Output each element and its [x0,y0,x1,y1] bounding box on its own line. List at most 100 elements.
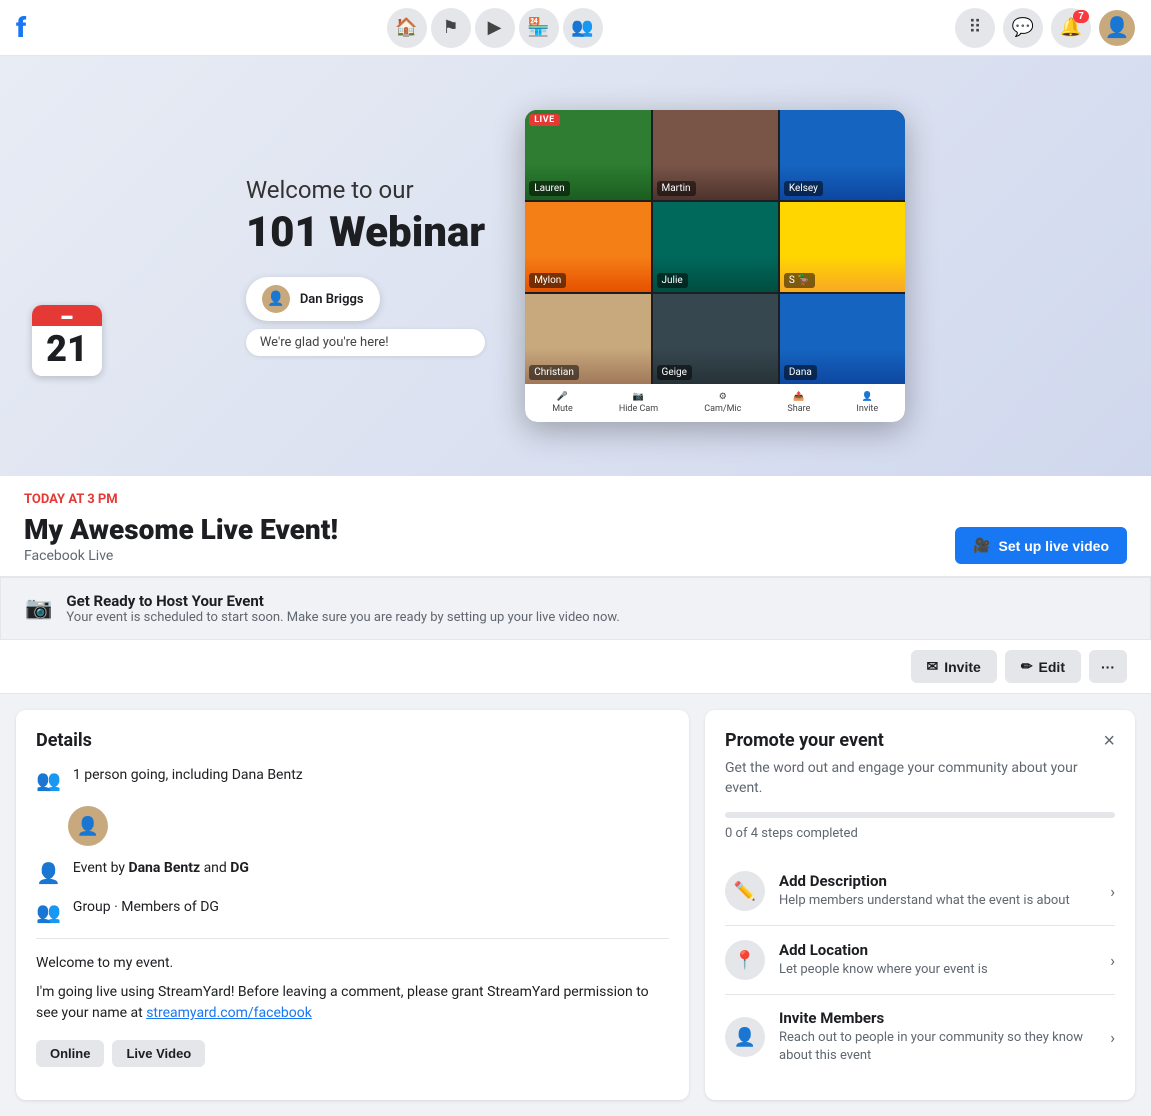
add-location-icon: 📍 [725,940,765,980]
video-tile-kelsey: Kelsey [780,110,905,200]
store-nav-button[interactable]: 🏪 [519,8,559,48]
edit-label: Edit [1039,659,1065,675]
add-description-item[interactable]: ✏️ Add Description Help members understa… [725,857,1115,926]
online-tag[interactable]: Online [36,1040,104,1067]
tile-label-geige: Geige [657,365,692,380]
group-text: Group · Members of DG [73,899,219,915]
event-info-section: TODAY AT 3 PM My Awesome Live Event! Fac… [0,476,1151,577]
main-content: Details 👥 1 person going, including Dana… [0,694,1151,1116]
more-dots-label: ··· [1101,659,1115,675]
groups-nav-button[interactable]: 👥 [563,8,603,48]
ready-description: Your event is scheduled to start soon. M… [66,610,619,625]
video-controls-bar: 🎤Mute 📷Hide Cam ⚙Cam/Mic 📤Share 👤Invite [525,384,905,422]
invite-members-item[interactable]: 👤 Invite Members Reach out to people in … [725,995,1115,1079]
speech-text: We're glad you're here! [260,335,389,350]
video-tiles: LIVE Lauren Martin Kelsey Mylon Julie S … [525,110,905,384]
promote-description: Get the word out and engage your communi… [725,759,1115,798]
tile-label-martin: Martin [657,181,696,196]
nav-center: 🏠 ⚑ ▶ 🏪 👥 [387,8,603,48]
invite-members-desc: Reach out to people in your community so… [779,1029,1096,1065]
grid-menu-button[interactable]: ⠿ [955,8,995,48]
promote-close-button[interactable]: × [1103,730,1115,753]
add-description-icon: ✏️ [725,871,765,911]
organizer-name2: DG [230,860,249,876]
mute-control[interactable]: 🎤Mute [552,392,573,414]
live-video-tag[interactable]: Live Video [112,1040,205,1067]
home-nav-button[interactable]: 🏠 [387,8,427,48]
invite-button[interactable]: ✉ Invite [911,650,997,683]
tile-label-kelsey: Kelsey [784,181,823,196]
add-description-title: Add Description [779,872,1096,890]
video-grid: LIVE Lauren Martin Kelsey Mylon Julie S … [525,110,905,422]
event-date-label: TODAY AT 3 PM [24,492,338,507]
invite-members-chevron: › [1110,1028,1115,1047]
dana-avatar: 👤 [68,806,108,846]
nav-right: ⠿ 💬 🔔 7 👤 [955,8,1135,48]
host-name: Dan Briggs [300,292,364,307]
event-top-row: TODAY AT 3 PM My Awesome Live Event! Fac… [24,492,1127,576]
promote-header: Promote your event × [725,730,1115,753]
invite-members-icon: 👤 [725,1017,765,1057]
set-up-live-button[interactable]: 🎥 Set up live video [955,527,1127,564]
hero-section: ▬ 21 Welcome to our 101 Webinar 👤 Dan Br… [0,56,1151,476]
camera-icon: 📷 [25,596,52,621]
pencil-icon: ✏ [1021,658,1033,675]
more-options-button[interactable]: ··· [1089,650,1127,683]
add-description-chevron: › [1110,882,1115,901]
nav-left: f [16,11,34,44]
ready-banner: 📷 Get Ready to Host Your Event Your even… [0,577,1151,640]
ready-title: Get Ready to Host Your Event [66,592,619,610]
hero-content: Welcome to our 101 Webinar 👤 Dan Briggs … [226,70,925,462]
streamyard-link[interactable]: streamyard.com/facebook [146,1005,312,1021]
video-nav-button[interactable]: ▶ [475,8,515,48]
user-avatar-button[interactable]: 👤 [1099,10,1135,46]
description-line1: Welcome to my event. [36,953,669,974]
edit-button[interactable]: ✏ Edit [1005,650,1081,683]
ready-banner-text: Get Ready to Host Your Event Your event … [66,592,619,625]
promote-title: Promote your event [725,730,884,751]
action-bar: ✉ Invite ✏ Edit ··· [0,640,1151,694]
notification-count: 7 [1073,10,1089,23]
tile-label-lauren: Lauren [529,181,569,196]
progress-suffix: of 4 steps completed [736,826,858,841]
add-location-desc: Let people know where your event is [779,961,1096,979]
add-description-content: Add Description Help members understand … [779,872,1096,910]
group-row: 👥 Group · Members of DG [36,899,669,924]
progress-label: 0 of 4 steps completed [725,826,1115,841]
event-subtitle: Facebook Live [24,548,338,564]
hero-text: Welcome to our 101 Webinar 👤 Dan Briggs … [246,176,485,356]
notifications-button[interactable]: 🔔 7 [1051,8,1091,48]
group-icon: 👥 [36,900,61,924]
host-bubble: 👤 Dan Briggs [246,277,380,321]
invite-members-content: Invite Members Reach out to people in yo… [779,1009,1096,1065]
facebook-logo: f [16,11,26,44]
invite-members-title: Invite Members [779,1009,1096,1027]
add-location-content: Add Location Let people know where your … [779,941,1096,979]
tile-label-mylon: Mylon [529,273,566,288]
hide-cam-control[interactable]: 📷Hide Cam [619,392,658,414]
details-title: Details [36,730,669,751]
share-control[interactable]: 📤Share [787,392,810,414]
promote-panel: Promote your event × Get the word out an… [705,710,1135,1100]
flag-nav-button[interactable]: ⚑ [431,8,471,48]
hero-title: 101 Webinar [246,208,485,257]
invite-control[interactable]: 👤Invite [856,392,878,414]
top-navigation: f 🏠 ⚑ ▶ 🏪 👥 ⠿ 💬 🔔 7 👤 [0,0,1151,56]
video-camera-icon: 🎥 [973,537,990,554]
attendees-row: 👥 1 person going, including Dana Bentz [36,767,669,792]
invite-label: Invite [944,659,981,675]
hero-subtitle: Welcome to our [246,176,485,204]
live-badge: LIVE [529,114,559,126]
add-location-item[interactable]: 📍 Add Location Let people know where you… [725,926,1115,995]
messenger-button[interactable]: 💬 [1003,8,1043,48]
tile-label-julie: Julie [657,273,688,288]
tile-label-duck: S 🦆 [784,273,815,288]
cammic-control[interactable]: ⚙Cam/Mic [704,392,741,414]
speech-bubble: We're glad you're here! [246,329,485,356]
person-icon: 👤 [36,861,61,885]
add-location-title: Add Location [779,941,1096,959]
calendar-badge: ▬ 21 [32,305,102,376]
set-up-live-label: Set up live video [999,538,1109,554]
add-description-desc: Help members understand what the event i… [779,892,1096,910]
organizer-text: Event by Dana Bentz and DG [73,860,249,876]
